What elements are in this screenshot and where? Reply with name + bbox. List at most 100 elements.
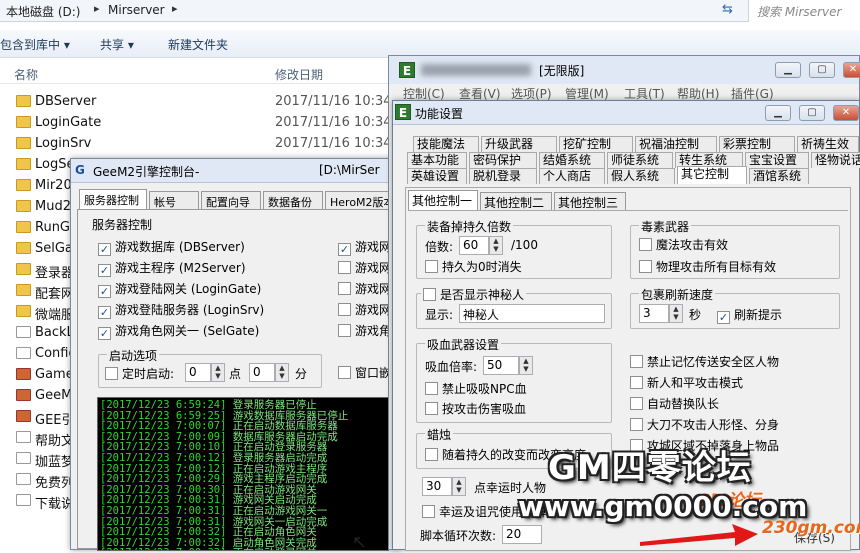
check-gamegate-3[interactable]: 游戏网 — [338, 280, 391, 296]
bag-refresh-unit: 秒 — [689, 308, 702, 322]
window-embed-checkbox[interactable]: 窗口嵌 — [338, 364, 391, 380]
check-rolegate[interactable]: 游戏角 — [338, 322, 391, 338]
multiplier-input[interactable]: 60 — [459, 236, 489, 255]
hour-spinner[interactable]: ▲ ▼ — [211, 363, 225, 382]
tab-row2-1[interactable]: 密码保护 — [469, 152, 537, 168]
tab-row1-2[interactable]: 挖矿控制 — [559, 136, 633, 152]
display-name-input[interactable]: 神秘人 — [459, 304, 605, 323]
hour-input[interactable]: 0 — [185, 363, 211, 382]
check-loginsrv[interactable]: ✓ 游戏登陆服务器 (LoginSrv) — [98, 301, 264, 319]
tab-row3-0[interactable]: 英雄设置 — [407, 168, 467, 184]
misc-option-checkbox[interactable]: 自动替换队长 — [630, 395, 719, 411]
file-icon — [16, 410, 31, 422]
check-gamegate-2[interactable]: 游戏网 — [338, 259, 391, 275]
check-m2server[interactable]: ✓ 游戏主程序 (M2Server) — [98, 259, 246, 277]
subtab-2[interactable]: 其他控制三 — [554, 192, 626, 210]
tab-row1-5[interactable]: 祈祷生效 — [797, 136, 859, 152]
lucky-points-spinner[interactable]: ▲ ▼ — [452, 477, 466, 496]
tab-row1-0[interactable]: 技能魔法 — [413, 136, 479, 152]
checkbox-empty-icon — [338, 324, 351, 337]
tab-row2-2[interactable]: 结婚系统 — [539, 152, 605, 168]
file-name: 登录器 — [35, 266, 75, 281]
tab-row2-6[interactable]: 怪物说话 — [811, 152, 860, 168]
lucky-points-input[interactable]: 30 — [422, 477, 452, 496]
new-folder-button[interactable]: 新建文件夹 — [168, 36, 228, 53]
dialog-title-bar[interactable]: E 功能设置 ▁ ▢ ✕ — [393, 101, 859, 125]
no-npc-vampire-checkbox[interactable]: 禁止吸吸NPC血 — [425, 380, 527, 396]
mystery-group-title[interactable]: 是否显示神秘人 — [421, 286, 527, 303]
search-input[interactable]: 搜索 Mirserver — [748, 0, 860, 22]
tab-row2-3[interactable]: 师徒系统 — [607, 152, 673, 168]
durability-group-title: 装备掉持久倍数 — [425, 218, 514, 235]
misc-option-checkbox[interactable]: 大刀不攻击人形怪、分身 — [630, 416, 779, 432]
explorer-toolbar: 包含到库中 ▾ 共享 ▾ 新建文件夹 — [0, 30, 860, 58]
check-dbserver[interactable]: ✓ 游戏数据库 (DBServer) — [98, 238, 245, 256]
minute-input[interactable]: 0 — [249, 363, 275, 382]
tab-row2-0[interactable]: 基本功能 — [407, 152, 467, 168]
minute-spinner[interactable]: ▲ ▼ — [275, 363, 289, 382]
file-icon — [16, 326, 31, 338]
folder-icon — [16, 221, 31, 233]
subtab-1[interactable]: 其他控制二 — [480, 192, 552, 210]
vampire-rate-input[interactable]: 50 — [483, 356, 519, 375]
file-row[interactable]: LoginSrv 2017/11/16 10:34 — [0, 134, 400, 155]
folder-icon — [16, 179, 31, 191]
checkbox-empty-icon — [425, 448, 438, 461]
vampire-rate-spinner[interactable]: ▲ ▼ — [519, 356, 533, 375]
column-date-header[interactable]: 修改日期 — [275, 66, 323, 83]
address-bar[interactable]: 本地磁盘 (D:) ▸ Mirserver ▸ ⇆ 搜索 Mirserver — [0, 0, 860, 22]
console-log[interactable]: [2017/12/23 6:59:24] 登录服务器已停止 [2017/12/23… — [97, 397, 389, 551]
script-loop-input[interactable]: 20 — [502, 525, 542, 544]
breadcrumb-drive[interactable]: 本地磁盘 (D:) — [6, 3, 80, 20]
file-row[interactable]: LoginGate 2017/11/16 10:34 — [0, 113, 400, 134]
tab-row3-4[interactable]: 其它控制 — [677, 166, 747, 184]
tab-row2-5[interactable]: 宝宝设置 — [745, 152, 809, 168]
close-button[interactable]: ✕ — [843, 62, 860, 78]
tab-row1-3[interactable]: 祝福油控制 — [635, 136, 717, 152]
tab-data-backup[interactable]: 数据备份 — [263, 191, 323, 209]
check-gamegate-4[interactable]: 游戏网 — [338, 301, 391, 317]
bag-refresh-spinner[interactable]: ▲ ▼ — [669, 304, 683, 323]
include-in-library-button[interactable]: 包含到库中 ▾ — [0, 36, 70, 53]
tab-row3-5[interactable]: 酒馆系统 — [749, 168, 809, 184]
file-name: LoginGate — [35, 115, 102, 130]
check-logingate[interactable]: ✓ 游戏登陆网关 (LoginGate) — [98, 280, 261, 298]
refresh-tip-checkbox[interactable]: ✓ 刷新提示 — [717, 306, 782, 324]
minimize-button[interactable]: ▁ — [775, 62, 801, 78]
refresh-icon[interactable]: ⇆ — [722, 2, 733, 17]
timed-start-checkbox[interactable]: 定时启动: — [105, 365, 174, 381]
m2-app-icon: E — [399, 62, 415, 78]
tab-row1-1[interactable]: 升级武器 — [481, 136, 557, 152]
misc-option-checkbox[interactable]: 新人和平攻击模式 — [630, 374, 743, 390]
tab-account[interactable]: 帐号 — [149, 191, 199, 209]
tab-row3-1[interactable]: 脱机登录 — [469, 168, 537, 184]
multiplier-spinner[interactable]: ▲ ▼ — [489, 236, 503, 255]
title-bar[interactable]: E [无限版] ▁ ▢ ✕ — [389, 56, 860, 84]
tab-row3-2[interactable]: 个人商店 — [539, 168, 605, 184]
dialog-close-button[interactable]: ✕ — [833, 105, 859, 121]
tab-row1-4[interactable]: 彩票控制 — [719, 136, 795, 152]
checkbox-empty-icon — [338, 303, 351, 316]
breadcrumb-folder[interactable]: Mirserver — [108, 3, 165, 17]
file-row[interactable]: DBServer 2017/11/16 10:34 — [0, 92, 400, 113]
vampire-by-damage-checkbox[interactable]: 按攻击伤害吸血 — [425, 400, 526, 416]
tab-config-wizard[interactable]: 配置向导 — [201, 191, 261, 209]
column-name-header[interactable]: 名称 — [14, 66, 38, 83]
bag-refresh-group: 包裹刷新速度 3 ▲ ▼ 秒 ✓ 刷新提示 — [630, 286, 840, 329]
dialog-minimize-button[interactable]: ▁ — [765, 105, 791, 121]
dialog-maximize-button[interactable]: ▢ — [799, 105, 825, 121]
share-button[interactable]: 共享 ▾ — [100, 36, 134, 53]
magic-attack-checkbox[interactable]: 魔法攻击有效 — [639, 236, 728, 252]
check-selgate[interactable]: ✓ 游戏角色网关一 (SelGate) — [98, 322, 259, 340]
bag-refresh-input[interactable]: 3 — [639, 304, 669, 323]
display-label: 显示: — [425, 308, 454, 322]
vanish-at-zero-checkbox[interactable]: 持久为0时消失 — [425, 258, 522, 274]
subtab-0[interactable]: 其他控制一 — [408, 190, 478, 210]
maximize-button[interactable]: ▢ — [809, 62, 835, 78]
tab-row3-3[interactable]: 假人系统 — [607, 168, 675, 184]
title-bar[interactable]: G GeeM2引擎控制台- [D:\MirSer — [71, 159, 399, 183]
check-gamegate-1[interactable]: ✓ 游戏网 — [338, 238, 391, 256]
misc-option-checkbox[interactable]: 禁止记忆传送安全区人物 — [630, 353, 779, 369]
physical-attack-checkbox[interactable]: 物理攻击所有目标有效 — [639, 258, 776, 274]
tab-server-control[interactable]: 服务器控制 — [79, 189, 147, 209]
